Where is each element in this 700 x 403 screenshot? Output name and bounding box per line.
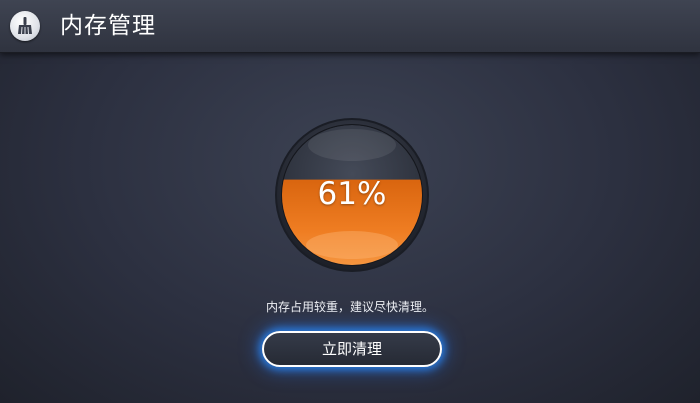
memory-usage-gauge: 61%: [274, 117, 430, 273]
usage-percent-label: 61%: [317, 176, 387, 212]
broom-icon[interactable]: [10, 11, 40, 41]
page-title: 内存管理: [60, 13, 156, 39]
memory-hint-text: 内存占用较重，建议尽快清理。: [265, 300, 434, 314]
clean-now-button[interactable]: 立即清理: [262, 331, 442, 367]
title-bar: 内存管理: [0, 0, 700, 53]
